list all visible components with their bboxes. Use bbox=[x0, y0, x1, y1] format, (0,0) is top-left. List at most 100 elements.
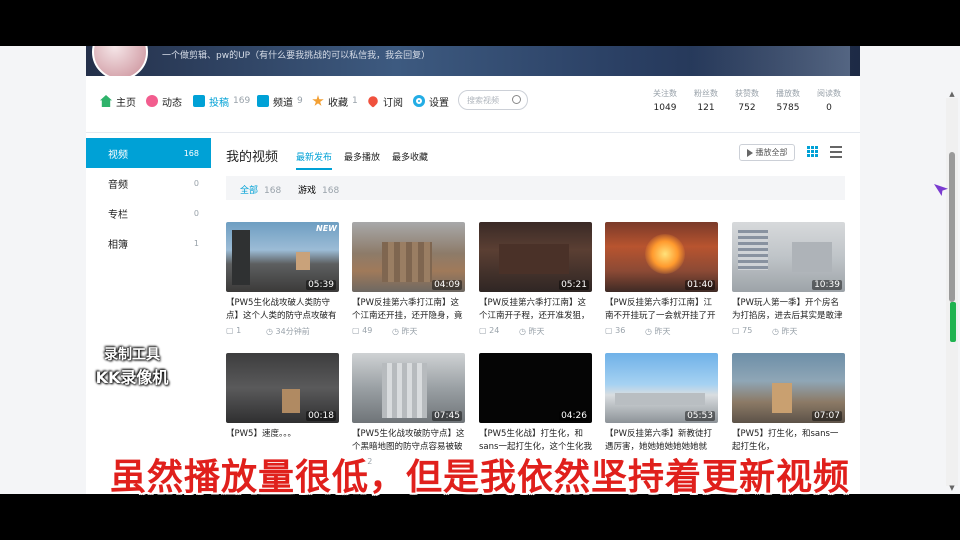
search-input[interactable]: 搜索视频 bbox=[458, 90, 528, 110]
play-count: ▢ 24 bbox=[479, 326, 500, 335]
tab-settings[interactable]: 设置 bbox=[413, 92, 449, 110]
video-subtitle: 虽然播放量很低，但是我依然坚持着更新视频 bbox=[109, 457, 850, 498]
recorder-watermark: 录制工具 KK录像机 bbox=[82, 344, 182, 388]
play-count: ▢ 36 bbox=[605, 326, 626, 335]
watermark-line2: KK录像机 bbox=[95, 368, 169, 387]
tab-count: 169 bbox=[233, 96, 251, 106]
gear-icon bbox=[413, 95, 425, 107]
video-card[interactable]: 07:07 【PW5】打生化，和sans一起打生化， bbox=[732, 353, 845, 457]
video-duration: 10:39 bbox=[812, 280, 842, 290]
tab-uploads[interactable]: 投稿 169 bbox=[193, 92, 250, 110]
video-title[interactable]: 【PW反挂第六季打江南】江南不开挂玩了一会就开挂了开 bbox=[605, 297, 718, 323]
home-icon bbox=[100, 95, 112, 107]
video-thumbnail[interactable]: 07:07 bbox=[732, 353, 845, 423]
video-meta: ▢ 1 ◷ 34分钟前 bbox=[226, 326, 339, 337]
sidebar-item-audio[interactable]: 音频 0 bbox=[86, 168, 211, 198]
letterbox-top bbox=[0, 0, 960, 46]
video-thumbnail[interactable]: 05:53 bbox=[605, 353, 718, 423]
publish-time: ◷ 34分钟前 bbox=[266, 327, 310, 336]
video-duration: 05:53 bbox=[685, 411, 715, 421]
video-card[interactable]: NEW 05:39 【PW5生化战攻破人类防守点】这个人类的防守点攻破有 ▢ 1… bbox=[226, 222, 339, 337]
category-filter: 全部 168 游戏 168 bbox=[226, 176, 845, 200]
publish-time: ◷ 昨天 bbox=[392, 327, 418, 336]
video-meta: ▢ 36 ◷ 昨天 bbox=[605, 326, 718, 337]
video-thumbnail[interactable]: 07:45 bbox=[352, 353, 465, 423]
section-title: 我的视频 bbox=[226, 150, 279, 165]
tab-dynamic[interactable]: 动态 bbox=[146, 92, 182, 110]
video-card[interactable]: 10:39 【PW玩人第一季】开个房名为打掐房，进去后其实是敢津 ▢ 75 ◷ … bbox=[732, 222, 845, 337]
list-view-icon[interactable] bbox=[830, 146, 842, 158]
stat-plays: 播放数 5785 bbox=[769, 88, 807, 113]
tab-label: 投稿 bbox=[209, 97, 229, 109]
video-duration: 05:21 bbox=[559, 280, 589, 290]
sidebar-item-albums[interactable]: 相簿 1 bbox=[86, 228, 211, 258]
video-card[interactable]: 05:21 【PW反挂第六季打江南】这个江南开子程，还开准发狙， ▢ 24 ◷ … bbox=[479, 222, 592, 337]
tab-label: 频道 bbox=[273, 97, 293, 109]
side-widget[interactable] bbox=[950, 302, 956, 342]
flower-icon bbox=[146, 95, 158, 107]
video-thumbnail[interactable]: 00:18 bbox=[226, 353, 339, 423]
upload-icon bbox=[193, 95, 205, 107]
avatar[interactable] bbox=[92, 46, 148, 76]
sidebar-item-count: 0 bbox=[193, 178, 199, 188]
video-card[interactable]: 01:40 【PW反挂第六季打江南】江南不开挂玩了一会就开挂了开 ▢ 36 ◷ … bbox=[605, 222, 718, 337]
new-badge: NEW bbox=[316, 224, 337, 233]
filter-label: 全部 bbox=[240, 186, 259, 196]
video-thumbnail[interactable]: 01:40 bbox=[605, 222, 718, 292]
scrollbar[interactable] bbox=[946, 98, 958, 486]
scrollbar-thumb[interactable] bbox=[949, 152, 955, 302]
search-icon[interactable] bbox=[512, 95, 521, 104]
stat-label: 获赞数 bbox=[735, 89, 759, 98]
sidebar-item-label: 视频 bbox=[108, 149, 128, 161]
letterbox-bottom bbox=[0, 494, 960, 540]
video-title[interactable]: 【PW反挂第六季打江南】这个江南开子程，还开准发狙， bbox=[479, 297, 592, 323]
banner-art bbox=[690, 46, 850, 76]
filter-all[interactable]: 全部 168 bbox=[240, 183, 281, 196]
video-title[interactable]: 【PW玩人第一季】开个房名为打掐房，进去后其实是敢津 bbox=[732, 297, 845, 323]
sidebar-item-video[interactable]: 视频 168 bbox=[86, 138, 211, 168]
play-count-value: 49 bbox=[362, 326, 373, 335]
publish-time-value: 昨天 bbox=[401, 327, 418, 336]
tab-channels[interactable]: 频道 9 bbox=[257, 92, 303, 110]
video-card[interactable]: 04:26 【PW5生化战】打生化，和sans一起打生化，这个生化我 bbox=[479, 353, 592, 457]
play-all-button[interactable]: 播放全部 bbox=[739, 144, 795, 161]
video-card[interactable]: 00:18 【PW5】速度。。。 bbox=[226, 353, 339, 457]
video-card[interactable]: 05:53 【PW反挂第六季】新教徒打遇厉害，她她她她她她她就 bbox=[605, 353, 718, 457]
filter-game[interactable]: 游戏 168 bbox=[298, 183, 339, 196]
publish-time-value: 昨天 bbox=[528, 327, 545, 336]
star-icon bbox=[312, 95, 324, 106]
tab-subscriptions[interactable]: 订阅 bbox=[366, 92, 403, 110]
publish-time: ◷ 昨天 bbox=[519, 327, 545, 336]
heart-icon bbox=[366, 94, 380, 108]
stat-label: 播放数 bbox=[776, 89, 800, 98]
publish-time-value: 34分钟前 bbox=[275, 327, 310, 336]
sort-most-favorited[interactable]: 最多收藏 bbox=[392, 150, 428, 163]
filter-count: 168 bbox=[322, 186, 340, 196]
sort-latest[interactable]: 最新发布 bbox=[296, 150, 333, 170]
watermark-line1: 录制工具 bbox=[104, 347, 160, 363]
video-title[interactable]: 【PW5生化战攻破人类防守点】这个人类的防守点攻破有 bbox=[226, 297, 339, 323]
video-card[interactable]: 04:09 【PW反挂第六季打江南】这个江南还开挂，还开隐身，竟 ▢ 49 ◷ … bbox=[352, 222, 465, 337]
sort-most-played[interactable]: 最多播放 bbox=[344, 150, 380, 163]
stat-following[interactable]: 关注数 1049 bbox=[646, 88, 684, 113]
search-placeholder: 搜索视频 bbox=[467, 95, 499, 105]
filter-count: 168 bbox=[264, 186, 282, 196]
grid-view-icon[interactable] bbox=[807, 146, 819, 158]
tab-count: 1 bbox=[352, 96, 358, 106]
stat-value: 0 bbox=[826, 103, 832, 113]
tab-favorites[interactable]: 收藏 1 bbox=[312, 92, 358, 110]
tab-home[interactable]: 主页 bbox=[100, 92, 136, 110]
play-count: ▢ 75 bbox=[732, 326, 753, 335]
video-duration: 04:09 bbox=[432, 280, 462, 290]
video-meta: ▢ 24 ◷ 昨天 bbox=[479, 326, 592, 337]
video-thumbnail[interactable]: 04:26 bbox=[479, 353, 592, 423]
video-thumbnail[interactable]: 04:09 bbox=[352, 222, 465, 292]
video-thumbnail[interactable]: 05:21 bbox=[479, 222, 592, 292]
sidebar-item-articles[interactable]: 专栏 0 bbox=[86, 198, 211, 228]
stat-value: 1049 bbox=[653, 103, 677, 113]
video-thumbnail[interactable]: 10:39 bbox=[732, 222, 845, 292]
video-duration: 07:45 bbox=[432, 411, 462, 421]
video-title[interactable]: 【PW反挂第六季打江南】这个江南还开挂，还开隐身，竟 bbox=[352, 297, 465, 323]
video-thumbnail[interactable]: NEW 05:39 bbox=[226, 222, 339, 292]
stat-fans[interactable]: 粉丝数 121 bbox=[687, 88, 725, 113]
